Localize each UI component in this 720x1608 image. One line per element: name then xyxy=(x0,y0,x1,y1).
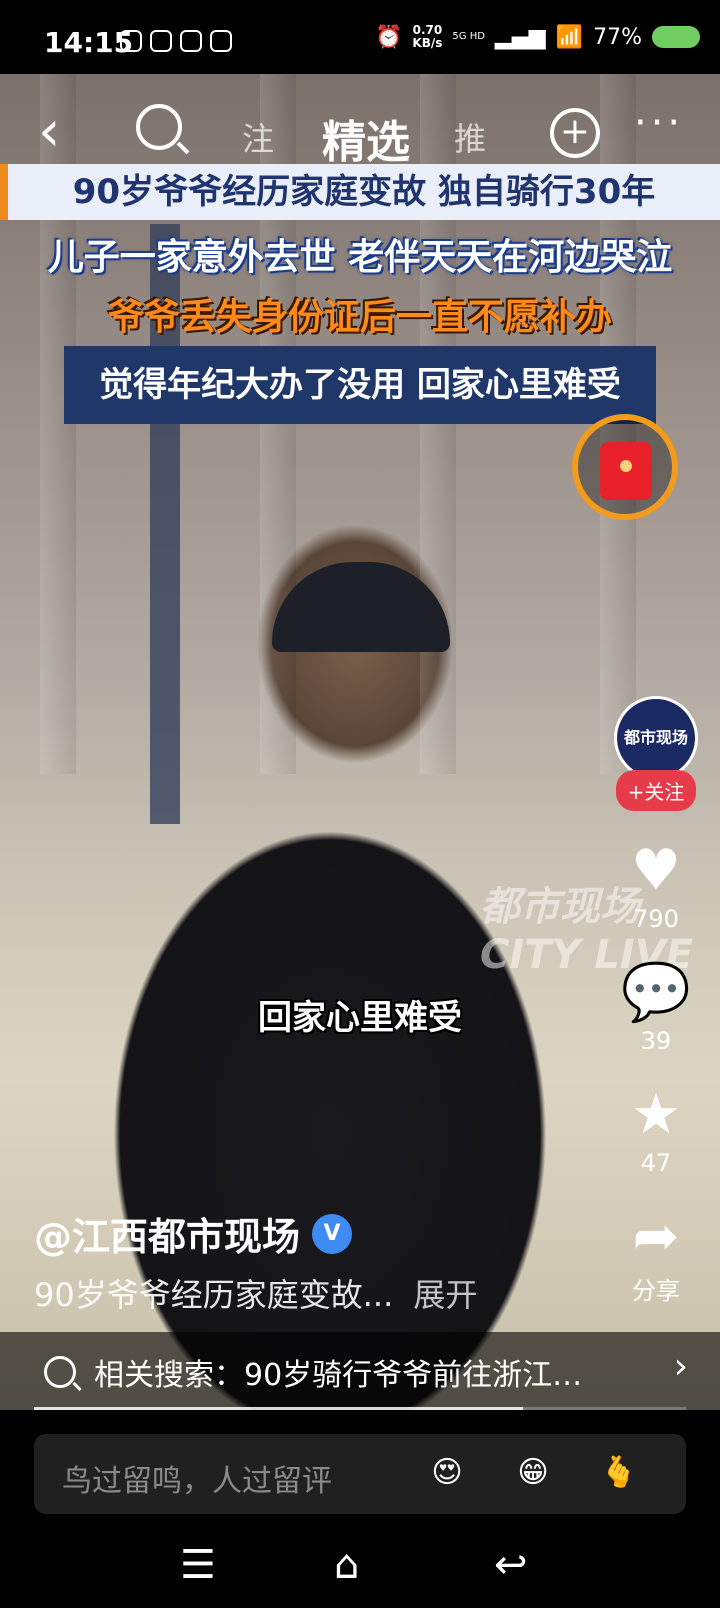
alarm-icon: ⏰ xyxy=(375,24,403,50)
red-envelope-icon xyxy=(600,442,652,500)
signal-label: 5G HD xyxy=(452,31,485,42)
add-icon[interactable]: + xyxy=(550,108,600,158)
menu-icon[interactable]: ☰ xyxy=(180,1542,216,1588)
verified-badge-icon: V xyxy=(312,1213,353,1254)
battery-percent: 77% xyxy=(593,24,642,50)
related-search-text[interactable]: 相关搜索：90岁骑行爷爷前往浙江… xyxy=(94,1350,634,1394)
status-right-group: ⏰ 0.70 KB/s 5G HD ▂▄▆ 📶 77% xyxy=(375,24,700,50)
like-action[interactable]: ♥ 790 xyxy=(606,841,706,934)
top-navigation: ‹ 注 精选 推 + ··· xyxy=(0,90,720,170)
video-headline-2: 儿子一家意外去世 老伴天天在河边哭泣 xyxy=(47,237,673,278)
tab-following[interactable]: 注 xyxy=(242,114,274,160)
chevron-right-icon[interactable]: › xyxy=(674,1346,688,1387)
tab-recommend[interactable]: 推 xyxy=(454,114,486,160)
wifi-icon: 📶 xyxy=(555,24,584,50)
video-description[interactable]: 90岁爷爷经历家庭变故... 展开 xyxy=(34,1270,477,1316)
more-icon[interactable]: ··· xyxy=(634,100,684,146)
card-notification-icon xyxy=(180,30,202,52)
favorite-count: 47 xyxy=(640,1149,672,1177)
share-icon[interactable]: ➦ xyxy=(606,1207,706,1267)
video-headline-4: 觉得年纪大办了没用 回家心里难受 xyxy=(64,346,656,424)
author-avatar[interactable]: 都市现场 xyxy=(614,696,698,780)
status-app-icons xyxy=(120,30,232,52)
follow-button[interactable]: +关注 xyxy=(615,770,697,811)
home-icon[interactable]: ⌂ xyxy=(334,1542,359,1588)
bottom-area: 鸟过留鸣，人过留评 😍 😁 🫰 ☰ ⌂ ↩ xyxy=(0,1410,720,1608)
net-speed-unit: KB/s xyxy=(412,36,443,50)
heart-icon[interactable]: ♥ xyxy=(606,841,706,901)
share-action[interactable]: ➦ 分享 xyxy=(606,1207,706,1306)
call-notification-icon xyxy=(210,30,232,52)
system-nav-bar: ☰ ⌂ ↩ xyxy=(0,1534,720,1608)
camera-notification-icon xyxy=(150,30,172,52)
share-label: 分享 xyxy=(632,1277,680,1305)
net-speed-value: 0.70 xyxy=(412,23,443,37)
search-icon[interactable] xyxy=(136,104,182,150)
back-icon[interactable]: ‹ xyxy=(38,104,60,160)
star-icon[interactable]: ★ xyxy=(606,1085,706,1145)
description-text: 90岁爷爷经历家庭变故... xyxy=(34,1276,394,1314)
comment-action[interactable]: 💬 39 xyxy=(606,963,706,1056)
action-rail: 都市现场 +关注 ♥ 790 💬 39 ★ 47 ➦ 分享 xyxy=(606,696,706,1306)
video-headline-1: 90岁爷爷经历家庭变故 独自骑行30年 xyxy=(0,164,720,220)
comment-placeholder: 鸟过留鸣，人过留评 xyxy=(62,1464,332,1499)
grin-emoji-icon[interactable]: 😁 xyxy=(510,1450,556,1496)
video-headline-3: 爷爷丢失身份证后一直不愿补办 xyxy=(107,297,612,338)
red-packet-button[interactable] xyxy=(572,414,678,520)
battery-icon xyxy=(652,26,700,48)
heart-hand-emoji-icon[interactable]: 🫰 xyxy=(596,1450,642,1496)
like-count: 790 xyxy=(633,905,679,933)
signal-bars-icon: ▂▄▆ xyxy=(494,24,546,50)
tab-featured[interactable]: 精选 xyxy=(322,106,410,170)
app-notification-icon xyxy=(120,30,142,52)
comment-icon[interactable]: 💬 xyxy=(606,963,706,1023)
comment-count: 39 xyxy=(640,1027,672,1055)
star-eyes-emoji-icon[interactable]: 😍 xyxy=(424,1450,470,1496)
comment-input[interactable]: 鸟过留鸣，人过留评 😍 😁 🫰 xyxy=(34,1434,686,1514)
author-info[interactable]: @江西都市现场 V xyxy=(34,1206,353,1261)
expand-button[interactable]: 展开 xyxy=(413,1276,477,1314)
search-icon xyxy=(44,1356,76,1388)
back-nav-icon[interactable]: ↩ xyxy=(494,1542,528,1588)
status-bar: 14:15 ⏰ 0.70 KB/s 5G HD ▂▄▆ 📶 77% xyxy=(0,0,720,74)
related-search-bar[interactable]: 相关搜索：90岁骑行爷爷前往浙江… › xyxy=(0,1332,720,1412)
net-speed: 0.70 KB/s xyxy=(412,24,442,50)
favorite-action[interactable]: ★ 47 xyxy=(606,1085,706,1178)
author-name[interactable]: @江西都市现场 xyxy=(34,1206,300,1261)
